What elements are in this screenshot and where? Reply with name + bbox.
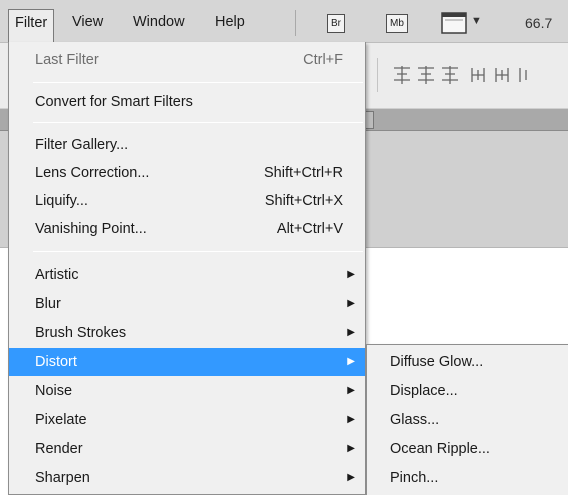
- align-distribute-icons[interactable]: [392, 64, 568, 86]
- submenu-arrow-icon: ▶: [347, 298, 355, 309]
- menu-item-convert-smart-filters[interactable]: Convert for Smart Filters: [9, 88, 365, 116]
- menu-item-label: Noise: [35, 383, 73, 399]
- menu-item-label: Pinch...: [390, 470, 439, 486]
- screen-mode-dropdown-icon[interactable]: ▼: [471, 15, 482, 27]
- menu-item-label: Artistic: [35, 267, 79, 283]
- menu-item-label: Lens Correction...: [35, 165, 150, 181]
- bridge-button[interactable]: Br: [327, 14, 345, 33]
- menu-item-label: Glass...: [390, 412, 440, 428]
- menu-item-sharpen[interactable]: Sharpen ▶: [9, 464, 365, 492]
- options-divider: [377, 58, 378, 92]
- submenu-arrow-icon: ▶: [347, 414, 355, 425]
- menu-item-shortcut: Shift+Ctrl+R: [264, 165, 343, 181]
- menu-item-label: Vanishing Point...: [35, 221, 147, 237]
- menu-item-label: Sharpen: [35, 470, 90, 486]
- submenu-arrow-icon: ▶: [347, 269, 355, 280]
- submenu-arrow-icon: ▶: [347, 356, 355, 367]
- menu-item-label: Pixelate: [35, 412, 87, 428]
- zoom-level[interactable]: 66.7: [525, 15, 552, 31]
- menu-window[interactable]: Window: [127, 9, 191, 36]
- menu-bar: Filter View Window Help Br Mb ▼ 66.7: [0, 0, 568, 43]
- menu-item-label: Render: [35, 441, 83, 457]
- submenu-item-displace[interactable]: Displace...: [367, 377, 567, 406]
- menu-item-label: Displace...: [390, 383, 458, 399]
- menu-item-label: Diffuse Glow...: [390, 354, 484, 370]
- filter-menu: Last Filter Ctrl+F Convert for Smart Fil…: [8, 42, 366, 495]
- menu-item-shortcut: Shift+Ctrl+X: [264, 193, 343, 209]
- menu-item-pixelate[interactable]: Pixelate ▶: [9, 406, 365, 434]
- menu-item-render[interactable]: Render ▶: [9, 435, 365, 463]
- menu-item-blur[interactable]: Blur ▶: [9, 290, 365, 318]
- menu-item-noise[interactable]: Noise ▶: [9, 377, 365, 405]
- menu-item-label: Ocean Ripple...: [390, 441, 490, 457]
- submenu-item-pinch[interactable]: Pinch...: [367, 464, 567, 493]
- menubar-divider: [295, 10, 296, 36]
- menu-item-lens-correction[interactable]: Lens Correction... Shift+Ctrl+R: [9, 159, 365, 187]
- menu-separator: [33, 122, 363, 123]
- menu-item-distort[interactable]: Distort ▶: [9, 348, 365, 376]
- submenu-item-ocean-ripple[interactable]: Ocean Ripple...: [367, 435, 567, 464]
- menu-separator: [33, 251, 363, 252]
- menu-item-liquify[interactable]: Liquify... Shift+Ctrl+X: [9, 187, 365, 215]
- menu-item-label: Last Filter: [35, 52, 99, 68]
- menu-item-label: Distort: [35, 354, 77, 370]
- submenu-arrow-icon: ▶: [347, 385, 355, 396]
- submenu-arrow-icon: ▶: [347, 472, 355, 483]
- menu-item-label: Convert for Smart Filters: [35, 94, 193, 110]
- menu-separator: [33, 82, 363, 83]
- submenu-arrow-icon: ▶: [347, 327, 355, 338]
- menu-item-label: Brush Strokes: [35, 325, 127, 341]
- menu-item-label: Liquify...: [35, 193, 88, 209]
- menu-item-vanishing-point[interactable]: Vanishing Point... Alt+Ctrl+V: [9, 215, 365, 243]
- distort-submenu: Diffuse Glow... Displace... Glass... Oce…: [366, 344, 568, 495]
- submenu-item-diffuse-glow[interactable]: Diffuse Glow...: [367, 348, 567, 377]
- menu-filter[interactable]: Filter: [8, 9, 55, 43]
- menu-item-filter-gallery[interactable]: Filter Gallery...: [9, 131, 365, 159]
- menu-item-shortcut: Alt+Ctrl+V: [276, 221, 343, 237]
- submenu-arrow-icon: ▶: [347, 443, 355, 454]
- screen-mode-icon[interactable]: [441, 12, 467, 34]
- menu-item-artistic[interactable]: Artistic ▶: [9, 261, 365, 289]
- menu-item-brush-strokes[interactable]: Brush Strokes ▶: [9, 319, 365, 347]
- menu-item-label: Blur: [35, 296, 61, 312]
- submenu-item-glass[interactable]: Glass...: [367, 406, 567, 435]
- menu-item-last-filter[interactable]: Last Filter Ctrl+F: [9, 46, 365, 74]
- menu-item-label: Filter Gallery...: [35, 137, 129, 153]
- menu-item-shortcut: Ctrl+F: [303, 52, 343, 68]
- menu-view[interactable]: View: [66, 9, 109, 36]
- mini-bridge-button[interactable]: Mb: [386, 14, 408, 33]
- menu-help[interactable]: Help: [209, 9, 251, 36]
